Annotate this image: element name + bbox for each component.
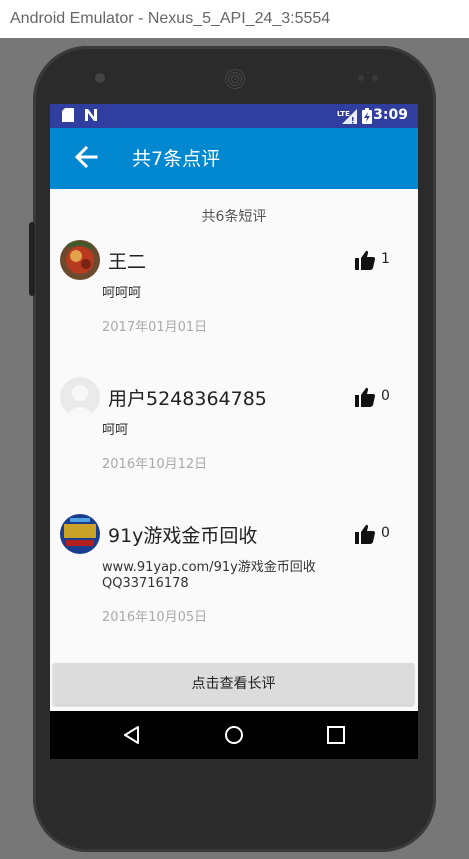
review-date: 2016年10月12日 xyxy=(102,457,208,472)
earpiece-speaker xyxy=(224,68,246,90)
status-bar: LTE 3:09 xyxy=(50,104,418,128)
review-text-line[interactable]: www.91yap.com/91y游戏金币回收 xyxy=(102,560,402,576)
reviewer-name[interactable]: 王二 xyxy=(108,247,146,274)
system-nav-bar xyxy=(50,711,418,759)
review-text: www.91yap.com/91y游戏金币回收 QQ33716178 xyxy=(102,560,402,592)
review-text: 呵呵呵 xyxy=(102,286,142,301)
front-camera xyxy=(95,73,105,83)
light-sensor xyxy=(372,75,378,81)
review-date: 2016年10月05日 xyxy=(102,610,208,625)
list-item[interactable]: 王二 1 呵呵呵 2017年01月01日 xyxy=(50,240,418,370)
home-circle-icon[interactable] xyxy=(224,725,244,745)
like-count: 1 xyxy=(381,251,390,267)
view-long-reviews-button[interactable]: 点击查看长评 xyxy=(53,663,414,705)
thumbs-up-icon[interactable] xyxy=(355,250,375,270)
proximity-sensor xyxy=(358,75,364,81)
like-count: 0 xyxy=(381,388,390,404)
app-bar: 共7条点评 xyxy=(50,128,418,189)
sd-card-icon xyxy=(62,108,74,127)
avatar[interactable] xyxy=(60,240,100,280)
reviewer-name[interactable]: 91y游戏金币回收 xyxy=(108,521,257,548)
device-screen: LTE 3:09 共7条点评 共6条短评 王二 1 呵呵呵 2017年01月01… xyxy=(50,104,418,759)
thumbs-up-icon[interactable] xyxy=(355,387,375,407)
volume-button xyxy=(29,222,35,296)
battery-icon xyxy=(362,108,372,129)
notification-n-icon xyxy=(84,108,98,127)
list-item[interactable]: 91y游戏金币回收 0 www.91yap.com/91y游戏金币回收 QQ33… xyxy=(50,514,418,674)
review-text: 呵呵 xyxy=(102,423,129,438)
list-item[interactable]: 用户5248364785 0 呵呵 2016年10月12日 xyxy=(50,377,418,507)
short-review-count: 共6条短评 xyxy=(201,209,267,225)
status-time: 3:09 xyxy=(373,107,408,123)
thumbs-up-icon[interactable] xyxy=(355,524,375,544)
svg-text:LTE: LTE xyxy=(337,110,350,118)
avatar[interactable] xyxy=(60,514,100,554)
review-date: 2017年01月01日 xyxy=(102,320,208,335)
reviews-list[interactable]: 共6条短评 王二 1 呵呵呵 2017年01月01日 用户5248364785 … xyxy=(50,189,418,711)
avatar[interactable] xyxy=(60,377,100,417)
review-text-line: QQ33716178 xyxy=(102,576,189,591)
reviewer-name[interactable]: 用户5248364785 xyxy=(108,384,267,411)
arrow-back-icon[interactable] xyxy=(72,142,100,174)
page-title: 共7条点评 xyxy=(132,148,221,170)
back-triangle-icon[interactable] xyxy=(122,725,142,745)
lte-signal-icon: LTE xyxy=(337,108,357,129)
recents-square-icon[interactable] xyxy=(326,725,346,745)
like-count: 0 xyxy=(381,525,390,541)
emulator-window-title: Android Emulator - Nexus_5_API_24_3:5554 xyxy=(0,0,469,38)
